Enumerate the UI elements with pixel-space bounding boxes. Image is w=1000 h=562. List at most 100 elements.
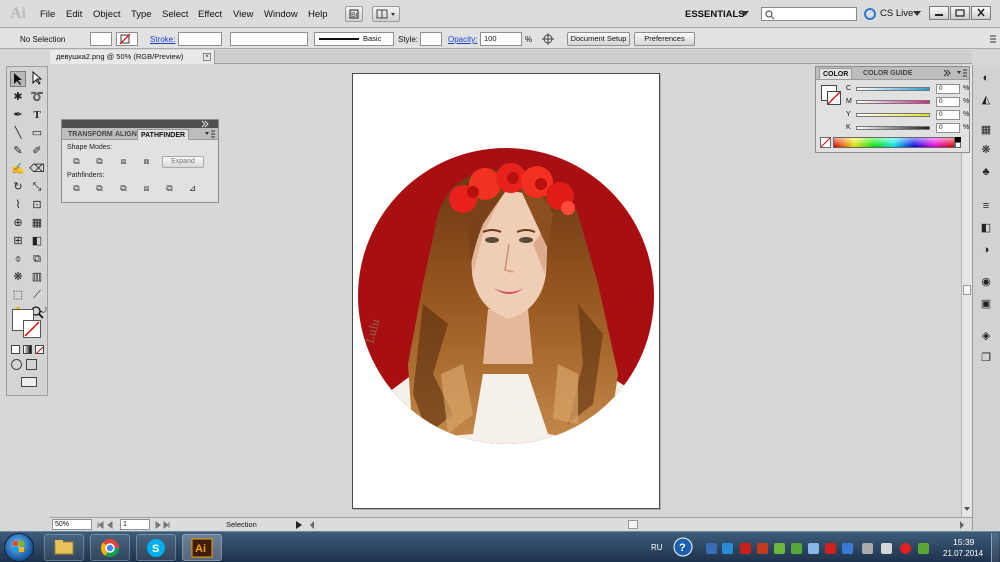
draw-normal-button[interactable]: [11, 359, 22, 370]
messenger-icon[interactable]: [774, 543, 785, 554]
clock-time[interactable]: 15:39: [953, 537, 974, 547]
brushes-icon[interactable]: ❋: [979, 143, 993, 157]
menu-edit[interactable]: Edit: [66, 9, 82, 20]
rectangle-tool[interactable]: ▭: [29, 125, 45, 141]
yellow-value[interactable]: 0: [936, 110, 960, 120]
swap-fill-stroke-icon[interactable]: ⤾: [40, 306, 47, 316]
paintbrush-tool[interactable]: ✎: [10, 143, 26, 159]
crop-button[interactable]: ⧈: [140, 183, 153, 194]
tab-align[interactable]: ALIGN: [112, 129, 140, 140]
menu-type[interactable]: Type: [131, 9, 152, 20]
menu-object[interactable]: Object: [93, 9, 120, 20]
printer-icon[interactable]: [862, 543, 873, 554]
appearance-icon[interactable]: ◉: [979, 275, 993, 289]
none-mode-button[interactable]: [35, 345, 44, 355]
antivirus-icon[interactable]: [825, 543, 836, 554]
stroke-color-selector[interactable]: [116, 32, 138, 46]
stroke-link[interactable]: Stroke:: [150, 35, 175, 44]
screen-mode-button[interactable]: [21, 377, 37, 387]
cs-live-button[interactable]: CS Live: [880, 8, 913, 19]
blob-brush-tool[interactable]: ✍: [10, 161, 26, 177]
artboard-tool[interactable]: ⬚: [10, 287, 26, 303]
brush-definition[interactable]: Basic: [314, 32, 394, 46]
merge-button[interactable]: ⧉: [117, 183, 130, 194]
line-tool[interactable]: ╲: [10, 125, 26, 141]
menu-view[interactable]: View: [233, 9, 253, 20]
help-icon[interactable]: ?: [672, 536, 694, 558]
direct-selection-tool[interactable]: [29, 70, 45, 87]
expand-button[interactable]: Expand: [162, 156, 204, 168]
fill-color-selector[interactable]: [90, 32, 112, 46]
trim-button[interactable]: ⧉: [93, 183, 106, 194]
shape-builder-tool[interactable]: ⊕: [10, 215, 26, 231]
clock-date[interactable]: 21.07.2014: [943, 549, 983, 558]
warp-tool[interactable]: ⌇: [10, 197, 26, 213]
eyedropper-tool[interactable]: ⌽: [10, 251, 26, 267]
selection-tool[interactable]: [10, 71, 26, 87]
menu-file[interactable]: File: [40, 9, 55, 20]
mesh-tool[interactable]: ⊞: [10, 233, 26, 249]
eraser-tool[interactable]: ⌫: [29, 161, 45, 177]
black-value[interactable]: 0: [936, 123, 960, 133]
panel-header[interactable]: [62, 120, 218, 128]
zoom-field[interactable]: 50%: [52, 519, 92, 530]
stroke-icon[interactable]: ≡: [979, 199, 993, 213]
opacity-link[interactable]: Opacity:: [448, 35, 477, 44]
menu-select[interactable]: Select: [162, 9, 188, 20]
recolor-artwork-icon[interactable]: [541, 32, 559, 46]
bluetooth-icon[interactable]: [706, 543, 717, 554]
cyan-value[interactable]: 0: [936, 84, 960, 94]
bridge-button[interactable]: Br: [345, 6, 363, 22]
flash-icon[interactable]: [757, 543, 768, 554]
collapse-panel-icon[interactable]: [942, 69, 952, 77]
scroll-left-icon[interactable]: [308, 520, 316, 530]
horizontal-scroll-thumb[interactable]: [628, 520, 638, 529]
transparency-icon[interactable]: ◑: [979, 243, 993, 257]
panel-menu-icon[interactable]: [956, 69, 968, 77]
tab-color-guide[interactable]: COLOR GUIDE: [860, 68, 915, 79]
scroll-down-icon[interactable]: [963, 505, 971, 513]
collapse-panel-icon[interactable]: [200, 120, 210, 128]
intersect-button[interactable]: ⧈: [117, 156, 130, 167]
stroke-weight-field[interactable]: [178, 32, 222, 46]
free-transform-tool[interactable]: ⊡: [29, 197, 45, 213]
opacity-field[interactable]: 100: [480, 32, 522, 46]
color-mode-button[interactable]: [11, 345, 20, 354]
swatches-icon[interactable]: ▦: [979, 123, 993, 137]
gradient-mode-button[interactable]: [23, 345, 32, 354]
outline-button[interactable]: ⧉: [163, 183, 176, 194]
chrome-taskbar-button[interactable]: [90, 534, 130, 561]
graphic-style-selector[interactable]: [420, 32, 442, 46]
layers-icon[interactable]: ◈: [979, 329, 993, 343]
network-icon[interactable]: [808, 543, 819, 554]
minimize-button[interactable]: [929, 6, 949, 20]
color-spectrum[interactable]: [833, 137, 955, 148]
next-artboard-icon[interactable]: [154, 520, 178, 530]
restore-button[interactable]: [950, 6, 970, 20]
close-window-button[interactable]: [971, 6, 991, 20]
search-input[interactable]: [761, 7, 857, 21]
tab-transform[interactable]: TRANSFORM: [65, 129, 116, 140]
color-stroke-swatch[interactable]: [827, 91, 841, 105]
pencil-tool[interactable]: ✐: [29, 143, 45, 159]
blend-tool[interactable]: ⧉: [29, 251, 45, 267]
lasso-tool[interactable]: ➰: [29, 89, 45, 105]
explorer-taskbar-button[interactable]: [44, 534, 84, 561]
black-slider[interactable]: [856, 126, 930, 130]
menu-window[interactable]: Window: [264, 9, 298, 20]
none-color-swatch[interactable]: [820, 137, 831, 148]
start-button[interactable]: [4, 533, 34, 562]
perspective-grid-tool[interactable]: ▦: [29, 215, 45, 231]
minus-back-button[interactable]: ⊿: [186, 183, 199, 194]
cyan-slider[interactable]: [856, 87, 930, 91]
stroke-swatch[interactable]: [23, 320, 41, 338]
close-tab-button[interactable]: ×: [203, 53, 211, 61]
gradient-icon[interactable]: ◧: [979, 221, 993, 235]
dropbox-icon[interactable]: [722, 543, 733, 554]
preferences-button[interactable]: Preferences: [634, 32, 695, 46]
menu-help[interactable]: Help: [308, 9, 328, 20]
pen-tool[interactable]: ✒: [10, 107, 26, 123]
language-indicator[interactable]: RU: [651, 543, 663, 552]
exclude-button[interactable]: ⧇: [140, 156, 153, 167]
tab-color[interactable]: COLOR: [819, 68, 853, 79]
